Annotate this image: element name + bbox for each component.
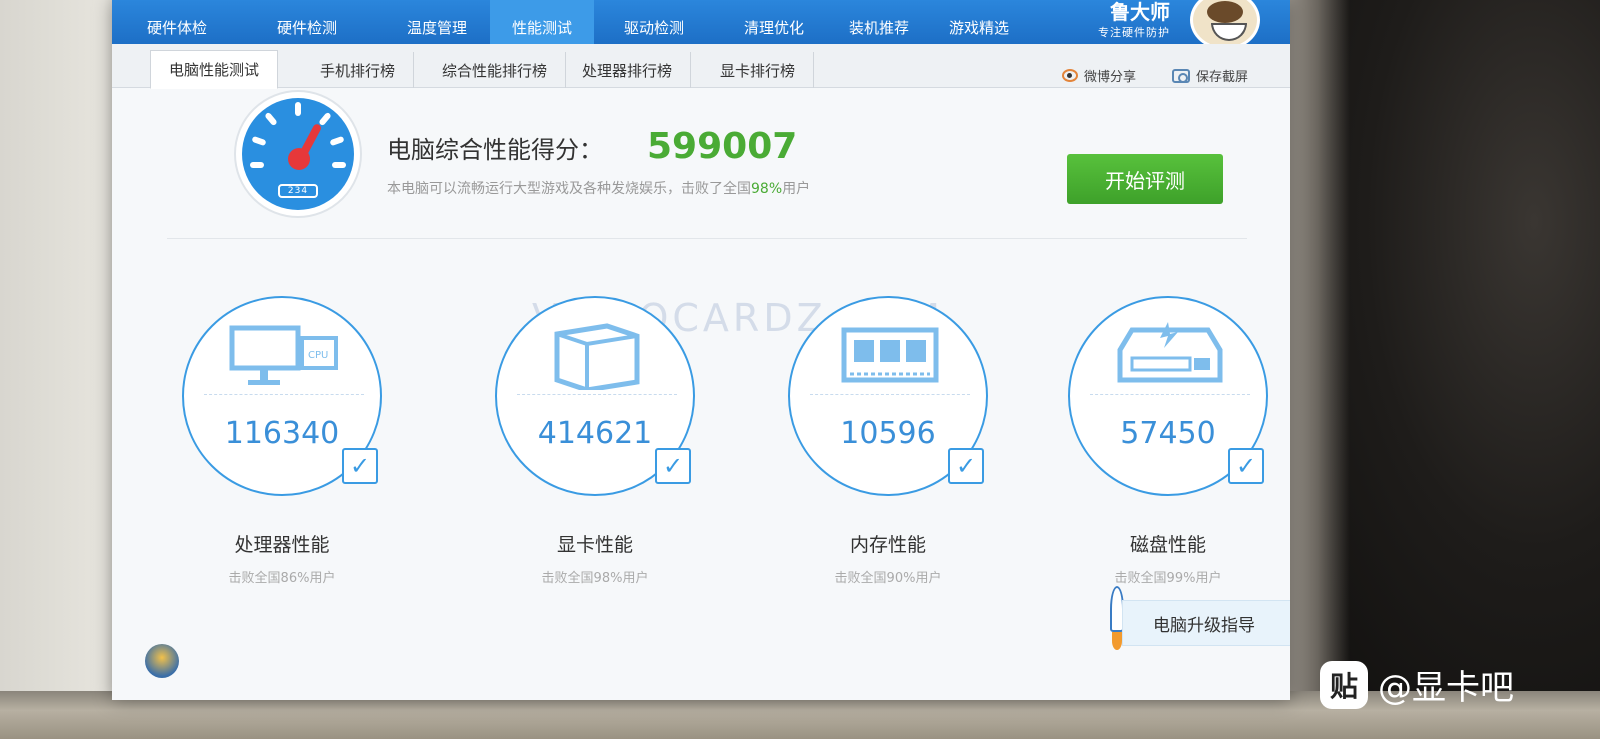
tieba-logo-icon: 贴 <box>1320 660 1368 709</box>
metric-disk-score: 57450 <box>1120 416 1216 451</box>
brand-slogan: 专注硬件防护 <box>1098 26 1170 39</box>
photo-background-right <box>1270 0 1600 739</box>
nav-temperature[interactable]: 温度管理 <box>372 0 502 44</box>
desc-percent: 98% <box>751 181 783 197</box>
metric-gpu: 414621 ✓ 显卡性能 击败全国98%用户 <box>495 296 695 586</box>
brand-name: 鲁大师 <box>1110 0 1170 24</box>
nav-hardware-checkup[interactable]: 硬件体检 <box>112 0 242 44</box>
checkmark-icon: ✓ <box>948 448 984 484</box>
desc-prefix: 本电脑可以流畅运行大型游戏及各种发烧娱乐，击败了全国 <box>387 181 751 197</box>
metric-cpu-label: 处理器性能 <box>234 534 330 556</box>
pc-upgrade-guide-button[interactable]: 电脑升级指导 <box>1122 600 1290 646</box>
camera-icon <box>1172 68 1190 83</box>
checkmark-icon: ✓ <box>342 448 378 484</box>
metric-cpu: CPU 116340 ✓ 处理器性能 击败全国86%用户 <box>182 296 382 586</box>
metric-gpu-label: 显卡性能 <box>556 534 633 556</box>
cube-icon <box>554 323 640 390</box>
corner-logo-icon[interactable] <box>145 644 179 678</box>
ludashi-window: 硬件体检 硬件检测 温度管理 性能测试 驱动检测 清理优化 装机推荐 游戏精选 … <box>112 0 1290 700</box>
tab-pc-performance-test[interactable]: 电脑性能测试 <box>150 50 279 89</box>
speedometer-icon: 234 <box>234 90 362 218</box>
brand: 鲁大师 专注硬件防护 <box>1098 0 1170 40</box>
photo-background-left <box>0 0 130 739</box>
tab-overall-ranking[interactable]: 综合性能排行榜 <box>424 52 567 88</box>
nav-build-recommend[interactable]: 装机推荐 <box>824 0 934 44</box>
metric-cpu-circle: CPU 116340 ✓ <box>182 296 382 496</box>
nav-driver-detect[interactable]: 驱动检测 <box>594 0 714 44</box>
tab-gpu-ranking[interactable]: 显卡排行榜 <box>702 52 815 88</box>
monitor-cpu-icon: CPU <box>229 325 338 385</box>
metric-memory-circle: 10596 ✓ <box>788 296 988 496</box>
header-divider <box>167 238 1247 239</box>
tieba-watermark: 贴 @显卡吧 <box>1320 660 1514 709</box>
desc-suffix: 用户 <box>782 181 811 197</box>
metric-disk: 57450 ✓ 磁盘性能 击败全国99%用户 <box>1068 296 1268 586</box>
svg-text:CPU: CPU <box>308 350 328 361</box>
nav-game-select[interactable]: 游戏精选 <box>924 0 1034 44</box>
metric-memory-score: 10596 <box>840 416 936 451</box>
nav-performance-test[interactable]: 性能测试 <box>490 0 594 44</box>
tab-phone-ranking[interactable]: 手机排行榜 <box>302 52 415 88</box>
weibo-share-button[interactable]: 微博分享 <box>1062 66 1136 85</box>
tab-cpu-ranking[interactable]: 处理器排行榜 <box>564 52 692 88</box>
save-screenshot-label: 保存截屏 <box>1196 70 1249 85</box>
weibo-share-label: 微博分享 <box>1084 70 1137 85</box>
start-benchmark-button[interactable]: 开始评测 <box>1067 154 1223 204</box>
checkmark-icon: ✓ <box>1228 448 1264 484</box>
top-nav-bar: 硬件体检 硬件检测 温度管理 性能测试 驱动检测 清理优化 装机推荐 游戏精选 … <box>112 0 1290 50</box>
save-screenshot-button[interactable]: 保存截屏 <box>1172 66 1248 85</box>
overall-score-value: 599007 <box>647 126 798 167</box>
weibo-icon <box>1062 69 1078 82</box>
metric-disk-circle: 57450 ✓ <box>1068 296 1268 496</box>
tieba-handle: @显卡吧 <box>1378 668 1514 708</box>
overall-score-title: 电脑综合性能得分： <box>387 136 603 164</box>
nav-clean-optimize[interactable]: 清理优化 <box>714 0 834 44</box>
metric-cpu-score: 116340 <box>224 416 340 451</box>
checkmark-icon: ✓ <box>655 448 691 484</box>
memory-chip-icon <box>841 327 939 383</box>
metric-disk-label: 磁盘性能 <box>1129 534 1206 556</box>
mascot-avatar-icon[interactable] <box>1190 0 1260 50</box>
gauge-readout: 234 <box>278 184 318 198</box>
metric-gpu-sub: 击败全国98%用户 <box>541 571 649 586</box>
metric-gpu-circle: 414621 ✓ <box>495 296 695 496</box>
metric-gpu-score: 414621 <box>537 416 653 451</box>
disk-drive-icon <box>1117 322 1223 383</box>
metric-memory-label: 内存性能 <box>849 534 926 556</box>
metric-cpu-sub: 击败全国86%用户 <box>228 571 336 586</box>
nav-hardware-detect[interactable]: 硬件检测 <box>242 0 372 44</box>
overall-score-description: 本电脑可以流畅运行大型游戏及各种发烧娱乐，击败了全国98%用户 <box>387 178 810 198</box>
metric-memory-sub: 击败全国90%用户 <box>834 571 942 586</box>
metric-disk-sub: 击败全国99%用户 <box>1114 571 1222 586</box>
metric-memory: 10596 ✓ 内存性能 击败全国90%用户 <box>788 296 988 586</box>
